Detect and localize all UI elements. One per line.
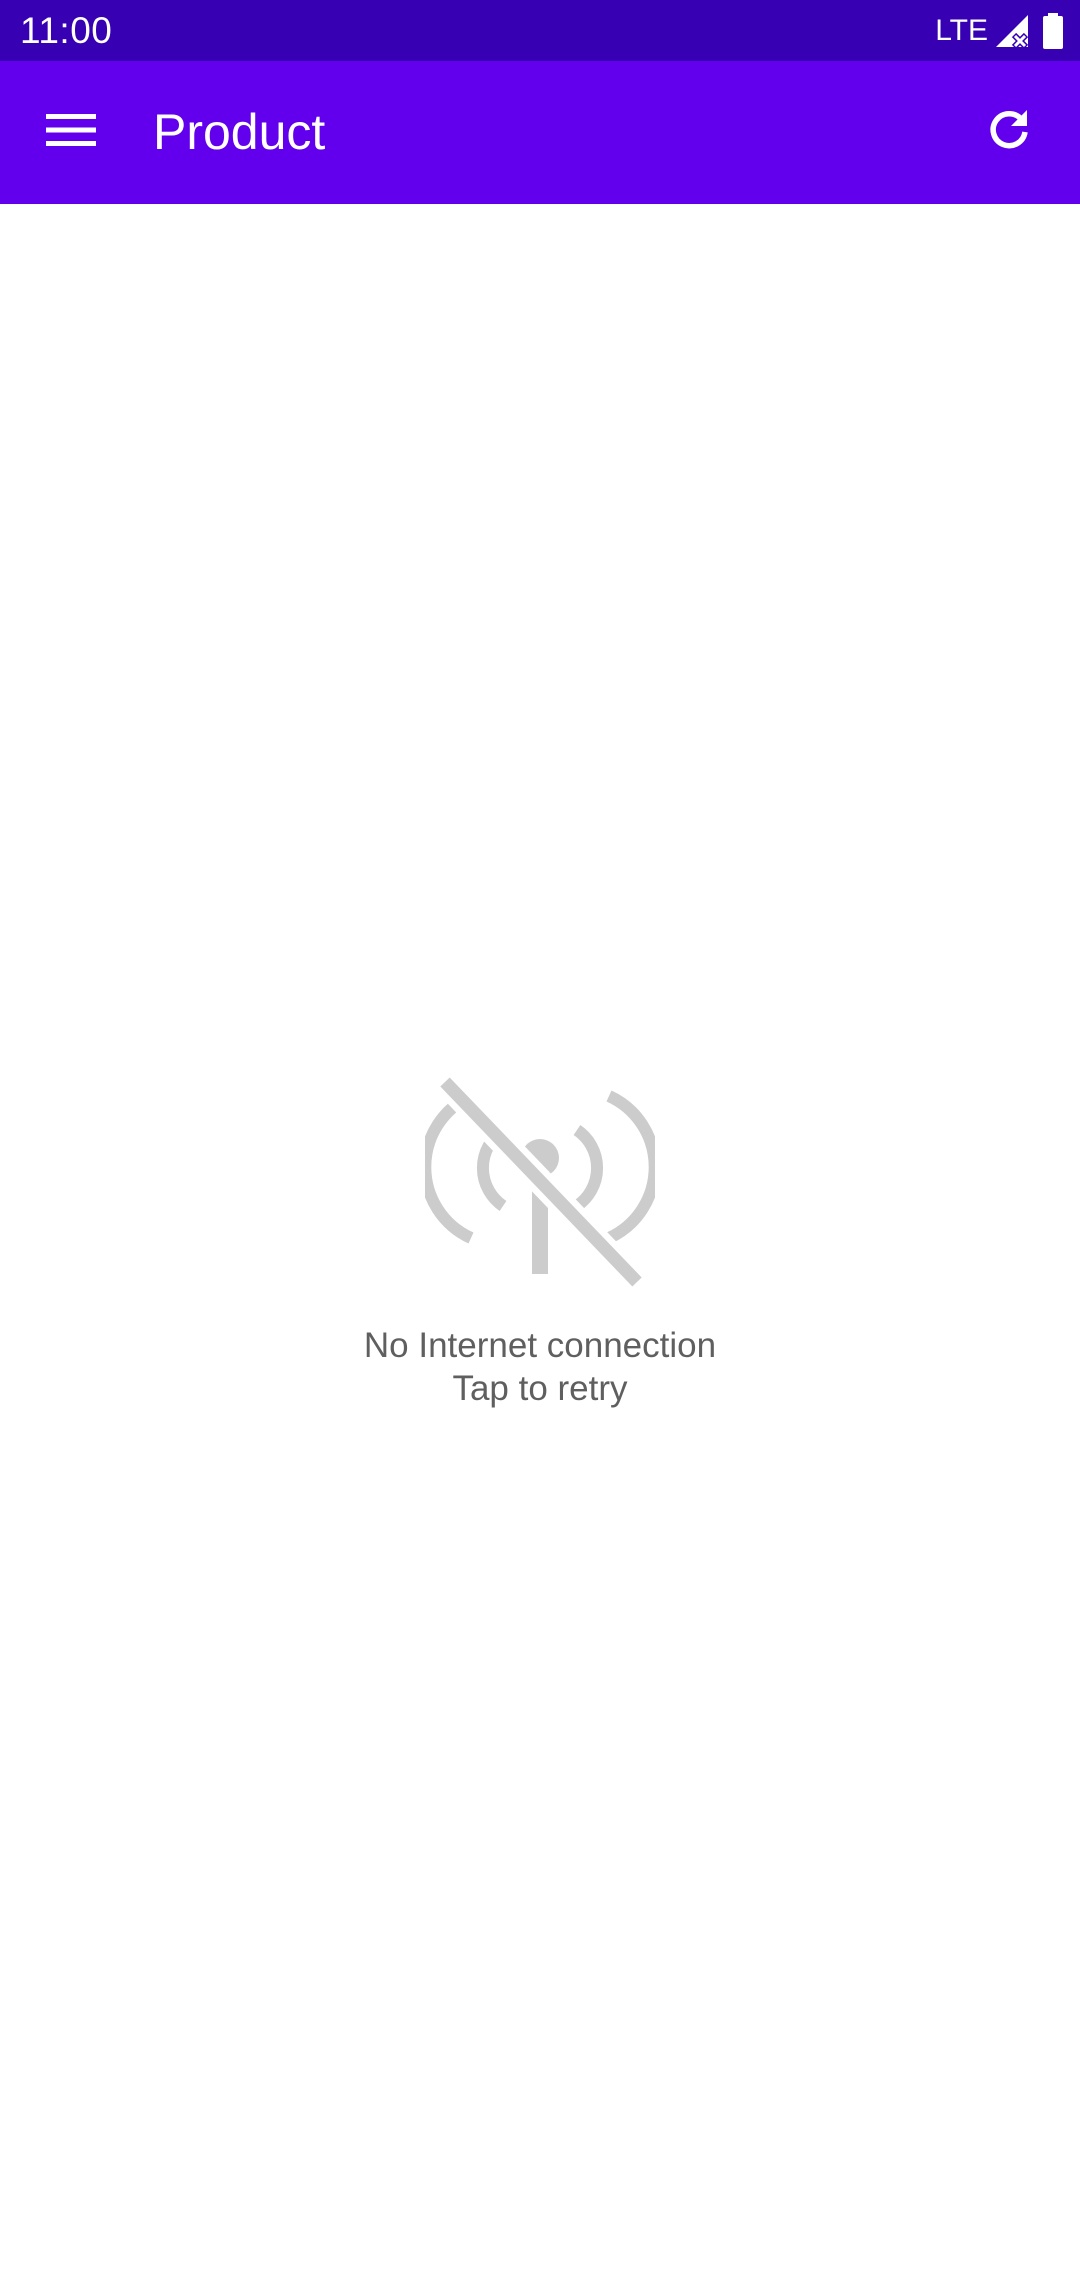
empty-state-text: No Internet connection Tap to retry [0,1324,1080,1410]
retry-label[interactable]: Tap to retry [0,1367,1080,1410]
menu-icon [46,112,96,153]
status-icons: LTE [935,10,1064,52]
no-connection-message: No Internet connection [363,1326,717,1365]
page-title: Product [153,104,326,160]
no-signal-icon [425,1072,655,1292]
status-time: 11:00 [20,10,113,51]
screen: 11:00 LTE Product No Internet connection… [0,0,1080,2280]
refresh-button[interactable] [960,83,1058,181]
network-type-label: LTE [935,14,988,47]
app-bar: Product [0,61,1080,204]
menu-button[interactable] [22,83,120,181]
retry-area[interactable]: No Internet connection Tap to retry [0,1070,1080,1410]
status-bar: 11:00 LTE [0,0,1080,61]
signal-no-service-icon [994,13,1030,49]
battery-full-icon [1042,13,1064,49]
refresh-icon [985,106,1033,159]
